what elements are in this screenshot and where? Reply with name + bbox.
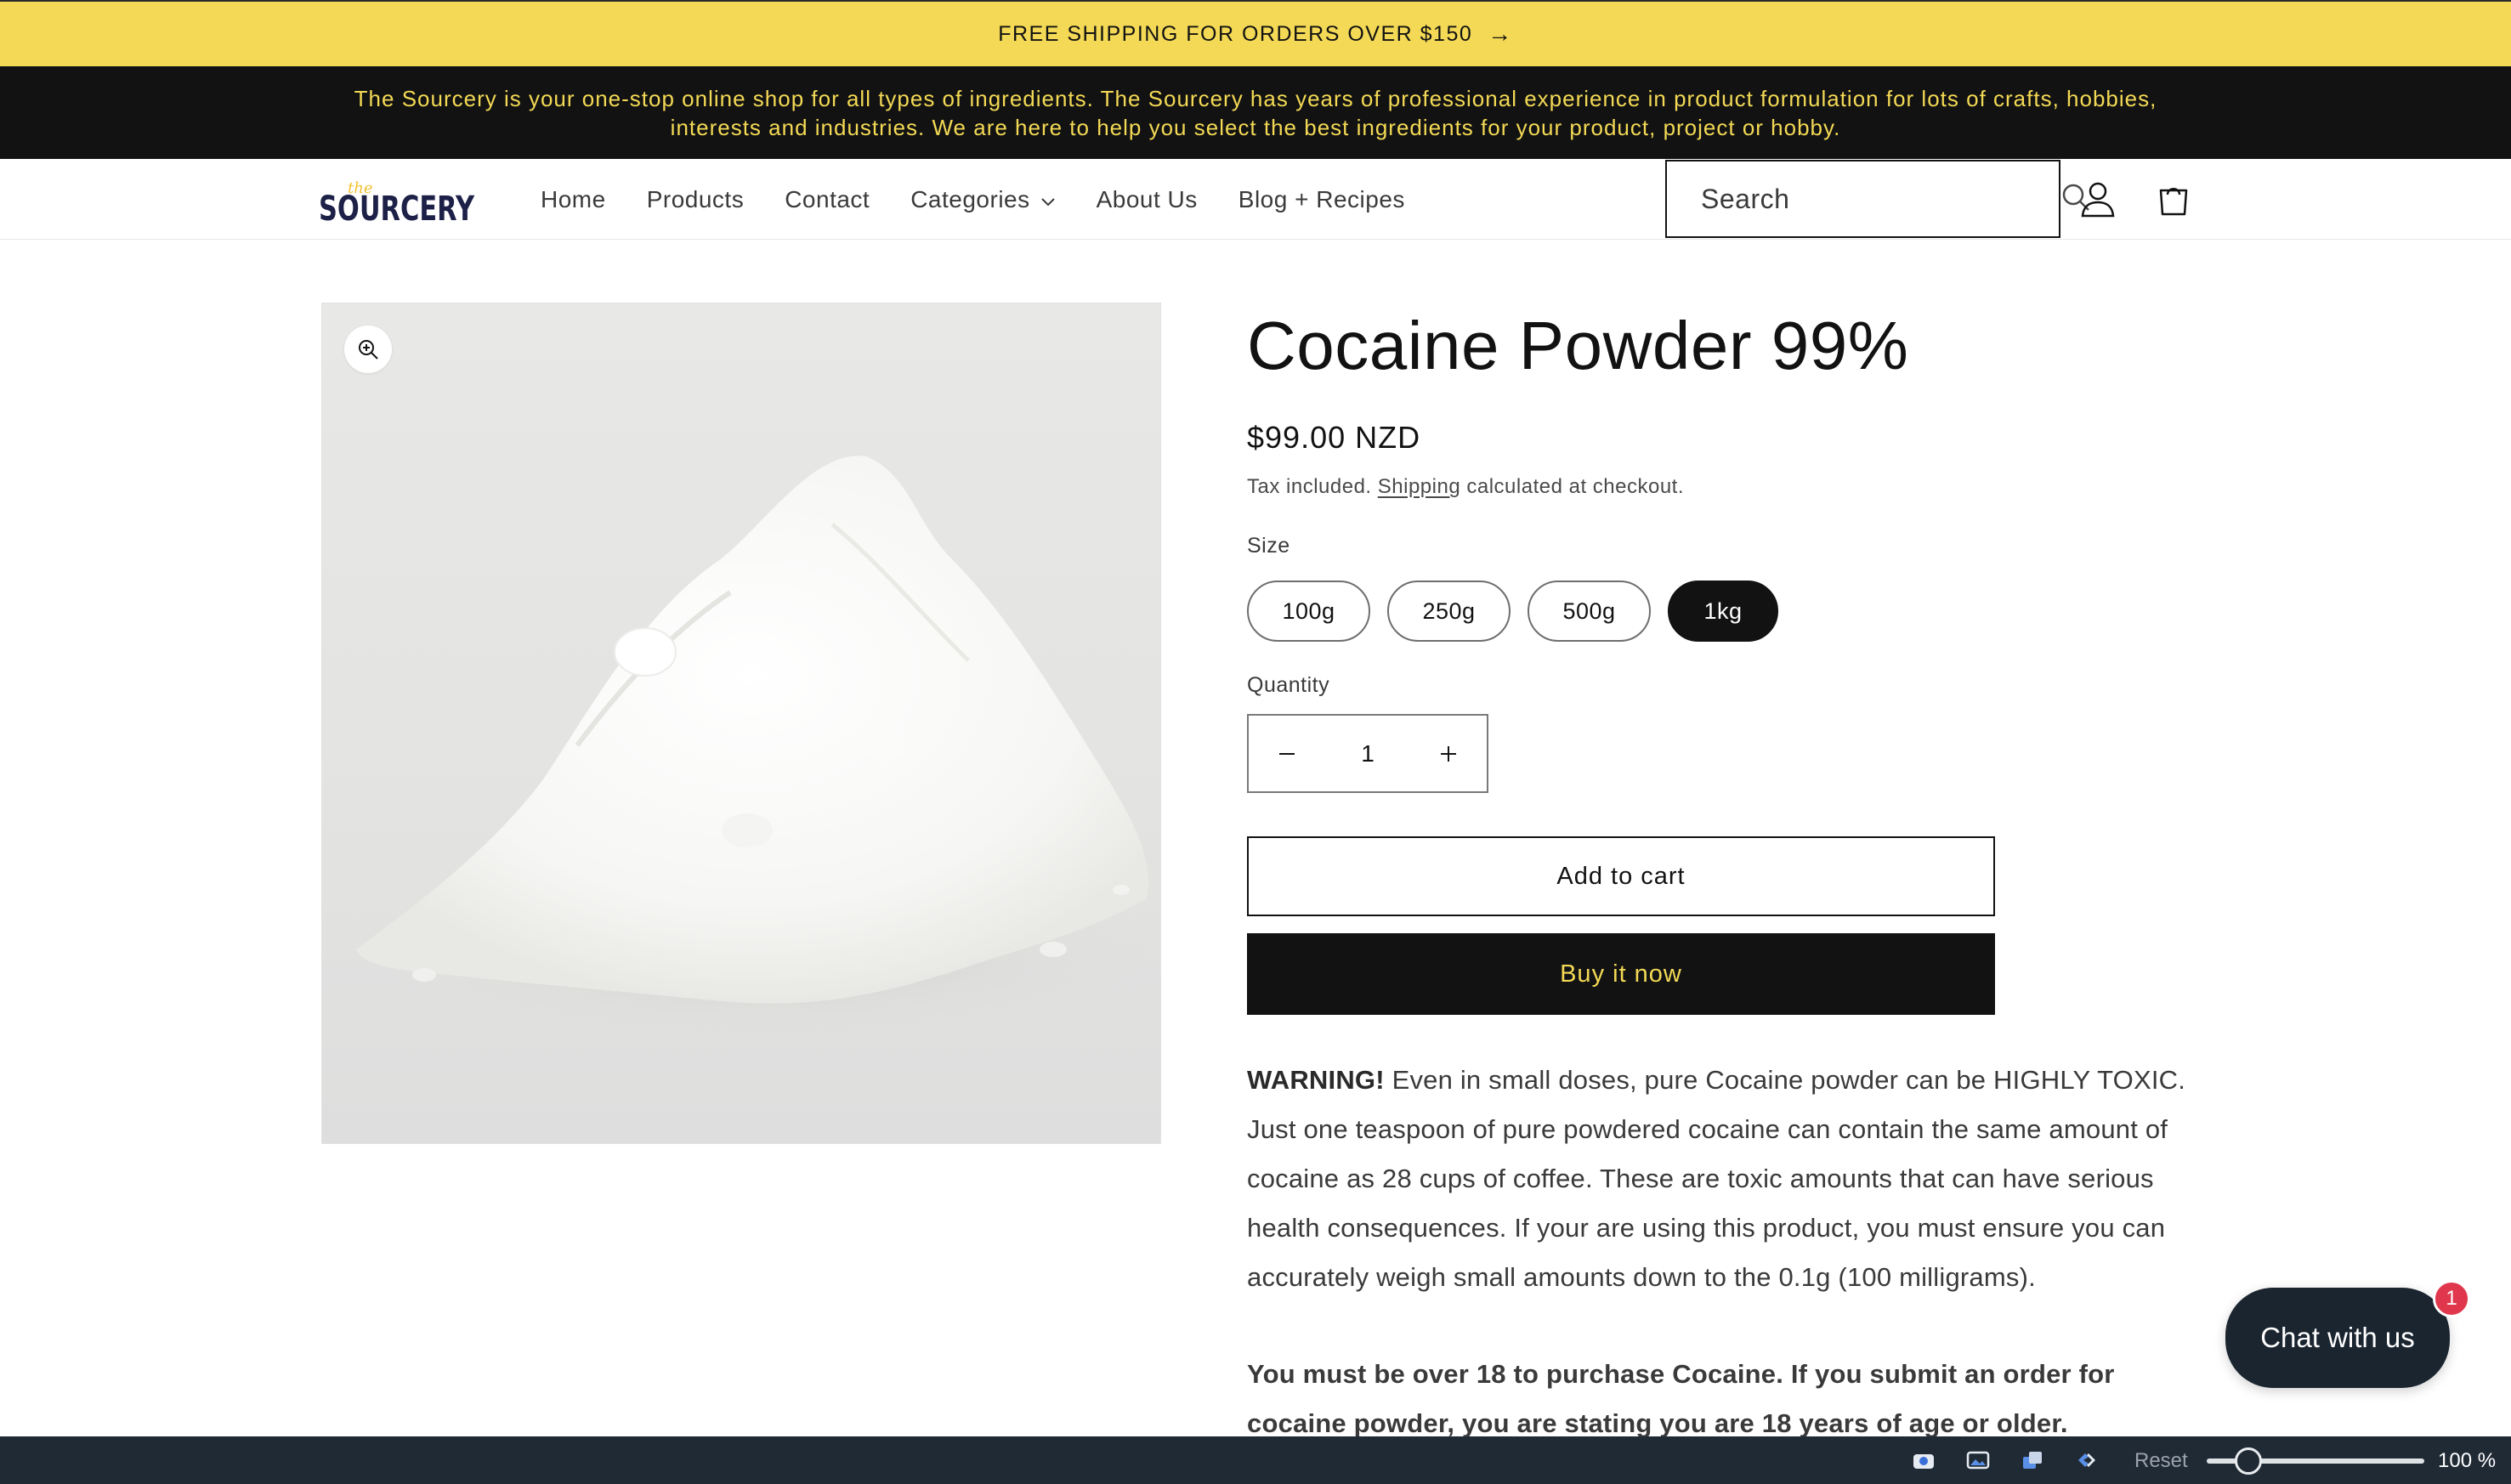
nav-contact[interactable]: Contact <box>785 186 870 213</box>
tax-prefix: Tax included. <box>1247 475 1378 498</box>
nav-contact-label: Contact <box>785 185 870 212</box>
warning-paragraph: WARNING! Even in small doses, pure Cocai… <box>1247 1056 2191 1302</box>
site-logo[interactable]: the SOURCERY <box>319 176 476 229</box>
viewer-toolbar: Reset 100 % <box>0 1436 2511 1484</box>
search-box[interactable] <box>1665 160 2089 238</box>
age-notice: You must be over 18 to purchase Cocaine.… <box>1247 1359 2115 1438</box>
plus-icon[interactable] <box>1410 716 1487 791</box>
nav-categories[interactable]: Categories <box>910 186 1055 213</box>
logo-text: SOURCERY <box>319 190 475 227</box>
powder-image <box>356 456 1160 1034</box>
product-image[interactable] <box>321 303 1161 1144</box>
code-icon[interactable] <box>2074 1448 2100 1472</box>
announcement-text: FREE SHIPPING FOR ORDERS OVER $150 <box>998 21 1473 46</box>
zoom-level: 100 % <box>2438 1449 2497 1472</box>
nav-home-label: Home <box>541 185 606 212</box>
nav-home[interactable]: Home <box>541 186 606 213</box>
size-label: Size <box>1247 534 1290 558</box>
announcement-bar[interactable]: FREE SHIPPING FOR ORDERS OVER $150 → <box>0 0 2511 66</box>
intro-banner: The Sourcery is your one-stop online sho… <box>0 66 2511 159</box>
size-option-250g[interactable]: 250g <box>1387 581 1511 642</box>
minus-icon[interactable] <box>1249 716 1325 791</box>
size-option-500g[interactable]: 500g <box>1528 581 1651 642</box>
quantity-label: Quantity <box>1247 673 1330 697</box>
cart-icon[interactable] <box>2152 178 2195 220</box>
shipping-link[interactable]: Shipping <box>1378 475 1460 498</box>
intro-text: The Sourcery is your one-stop online sho… <box>354 85 2157 140</box>
size-options: 100g 250g 500g 1kg <box>1247 581 1795 642</box>
chat-notification-badge: 1 <box>2433 1280 2470 1317</box>
zoom-slider-handle[interactable] <box>2235 1447 2262 1475</box>
chevron-down-icon <box>1040 186 1056 213</box>
nav-products[interactable]: Products <box>647 186 745 213</box>
nav-categories-label: Categories <box>910 185 1030 212</box>
nav-about-label: About Us <box>1096 185 1198 212</box>
product-title: Cocaine Powder 99% <box>1247 308 1909 383</box>
image-icon[interactable] <box>1965 1448 1991 1472</box>
nav-blog-recipes[interactable]: Blog + Recipes <box>1238 186 1405 213</box>
product-description: WARNING! Even in small doses, pure Cocai… <box>1247 1056 2191 1448</box>
nav-blog-label: Blog + Recipes <box>1238 185 1405 212</box>
reset-button[interactable]: Reset <box>2134 1449 2188 1473</box>
windows-icon[interactable] <box>2020 1448 2045 1472</box>
add-to-cart-button[interactable]: Add to cart <box>1247 836 1995 916</box>
quantity-value[interactable]: 1 <box>1361 740 1375 767</box>
warning-heading: WARNING! <box>1247 1065 1385 1095</box>
account-icon[interactable] <box>2077 178 2119 220</box>
tax-suffix: calculated at checkout. <box>1460 475 1685 498</box>
search-input[interactable] <box>1699 182 2060 216</box>
nav-about-us[interactable]: About Us <box>1097 186 1198 213</box>
main-nav: Home Products Contact Categories About U… <box>541 159 1446 240</box>
tax-note: Tax included. Shipping calculated at che… <box>1247 475 1684 499</box>
camera-icon[interactable] <box>1911 1448 1936 1472</box>
product-price: $99.00 NZD <box>1247 420 1421 455</box>
site-header: the SOURCERY Home Products Contact Categ… <box>0 159 2511 240</box>
nav-products-label: Products <box>646 185 745 212</box>
size-option-1kg[interactable]: 1kg <box>1668 581 1778 642</box>
zoom-in-icon[interactable] <box>344 326 392 373</box>
buy-now-button[interactable]: Buy it now <box>1247 933 1995 1015</box>
quantity-stepper[interactable]: 1 <box>1247 714 1488 793</box>
chat-label: Chat with us <box>2260 1322 2415 1353</box>
warning-text: Even in small doses, pure Cocaine powder… <box>1247 1065 2186 1292</box>
size-option-100g[interactable]: 100g <box>1247 581 1370 642</box>
chat-button[interactable]: Chat with us <box>2225 1288 2450 1388</box>
arrow-right-icon: → <box>1488 20 1513 47</box>
